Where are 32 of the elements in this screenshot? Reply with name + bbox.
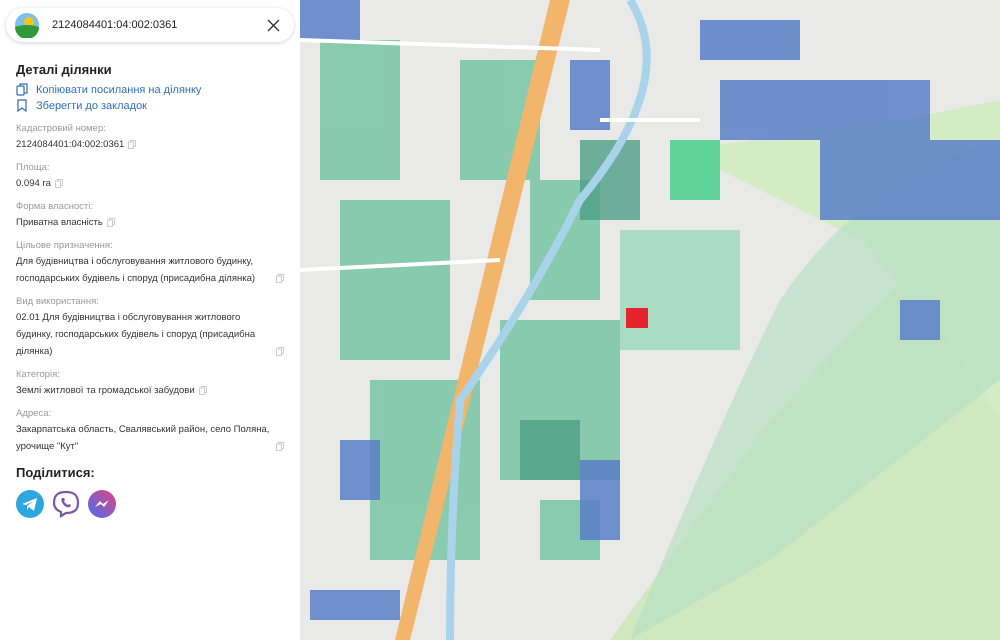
- field-value: 02.01 Для будівництва і обслуговування житлового будинку, господарських будівель і споруд (присадибна ділянка): [16, 310, 256, 358]
- field-value: Землі житлової та громадської забудови: [16, 384, 195, 398]
- copy-icon[interactable]: [128, 140, 136, 148]
- section-title: Деталі ділянки: [16, 61, 113, 79]
- field-value: 2124084401:04:002:0361: [16, 138, 124, 152]
- field-value: 0.094 га: [16, 176, 51, 190]
- copy-icon[interactable]: [276, 346, 284, 356]
- copy-icon[interactable]: [106, 218, 115, 226]
- field-value: Закарпатська область, Свалявський район, село Поляна, урочище "Кут": [16, 422, 270, 454]
- field-label: Кадастровий номер:: [16, 122, 107, 136]
- field-label: Форма власності:: [16, 200, 94, 214]
- copy-icon[interactable]: [54, 178, 63, 188]
- action-link[interactable]: Зберегти до закладок: [36, 98, 147, 114]
- copy-icon[interactable]: [276, 442, 284, 450]
- field-label: Адреса:: [16, 406, 52, 420]
- bookmark-icon: [16, 99, 28, 112]
- copy-icon[interactable]: [276, 274, 284, 282]
- copy-icon[interactable]: [198, 386, 207, 394]
- search-field[interactable]: 2124084401:04:002:0361: [50, 16, 254, 34]
- field-value: Приватна власність: [16, 216, 103, 230]
- viber-icon[interactable]: [52, 490, 80, 518]
- copy-icon: [16, 83, 28, 96]
- logo-icon: [14, 12, 40, 38]
- field-label: Площа:: [16, 160, 51, 174]
- messenger-icon[interactable]: [88, 490, 116, 518]
- telegram-icon[interactable]: [16, 490, 44, 518]
- action-link[interactable]: Копіювати посилання на ділянку: [36, 82, 202, 98]
- share-title: Поділитися:: [16, 464, 96, 482]
- field-label: Вид використання:: [16, 294, 100, 308]
- field-value: Для будівництва і обслуговування житлового будинку, господарських будівель і споруд (присадибна ділянка): [16, 254, 256, 286]
- field-label: Категорія:: [16, 368, 61, 382]
- field-label: Цільове призначення:: [16, 238, 114, 252]
